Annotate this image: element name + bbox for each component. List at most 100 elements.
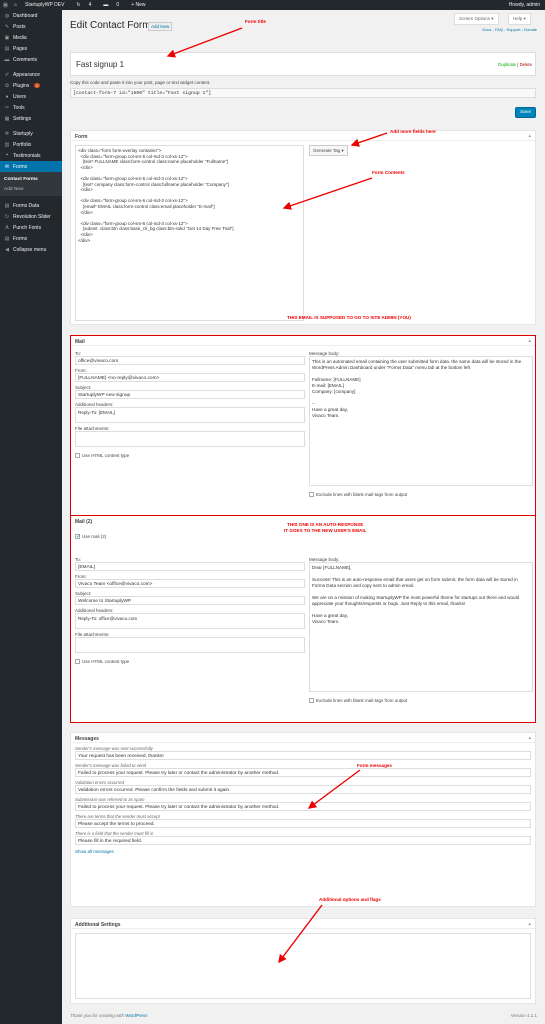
collapse-arrow-icon[interactable]: ▴ [528,133,531,139]
portfolio-icon: ▥ [4,141,10,148]
sidebar-item-dashboard[interactable]: ◍ Dashboard [0,10,62,21]
sidebar-item-label: Users [13,93,27,100]
sidebar-item-portfolio[interactable]: ▥ Portfolio [0,139,62,150]
message-body-textarea[interactable]: Dear [FULLNAME], Success! This is an aut… [309,562,533,692]
mail-right-column: Message body: This is an automated email… [309,348,533,498]
page-title: Edit Contact Form [70,20,151,31]
attachments-textarea[interactable] [75,431,305,447]
sidebar-item-label: Revolution Slider [13,213,51,220]
html-option: Use HTML content type [75,453,305,459]
sidebar-item-forms-data[interactable]: ▤ Forms Data [0,200,62,211]
headers-textarea[interactable]: Reply-To: [EMAIL] [75,407,305,423]
save-button[interactable]: Save [515,107,536,118]
wordpress-logo-icon[interactable]: Ⓦ [3,2,8,9]
settings-icon: ▦ [4,115,10,122]
howdy-account[interactable]: Howdy, admin [509,2,540,8]
add-new-button[interactable]: Add New [148,22,173,31]
show-all-messages-link[interactable]: Show all messages [71,845,535,858]
html-checkbox[interactable] [75,659,80,665]
from-input[interactable]: [FULLNAME] <no-reply@vivaco.com> [75,373,305,382]
sidebar-item-revolution-slider[interactable]: ↻ Revolution Slider [0,211,62,222]
sidebar-item-tools[interactable]: ✂ Tools [0,102,62,113]
form-box-header[interactable]: Form ▴ [71,131,535,141]
help-button[interactable]: Help ▾ [508,13,531,25]
annotation-email-admin: THIS EMAIL IS SUPPOSED TO GO TO SITE ADM… [287,315,411,320]
site-name-link[interactable]: ⌂ StartuplyWP DEV [14,2,70,8]
sidebar-item-label: Settings [13,115,32,122]
sidebar-item-pages[interactable]: ▤ Pages [0,43,62,54]
font-icon: A [5,224,9,231]
updates-link[interactable]: ↻ 4 [76,2,97,8]
collapse-arrow-icon[interactable]: ▴ [528,338,531,344]
message-input[interactable]: Please accept the terms to proceed. [75,819,531,828]
duplicate-link[interactable]: Duplicate [498,62,516,67]
subject-input[interactable]: StartuplyWP new signup [75,390,305,399]
sidebar-item-testimonials[interactable]: ❝ Testimonials [0,150,62,161]
to-input[interactable]: office@vivaco.com [75,356,305,365]
sidebar-item-media[interactable]: ▣ Media [0,32,62,43]
collapse-arrow-icon[interactable]: ▴ [528,735,531,741]
annotation-form-title: Form title [245,19,266,24]
messages-box-header[interactable]: Messages ▴ [71,733,535,743]
sidebar-item-plugins[interactable]: ⚙ Plugins 1 [0,80,62,91]
to-input[interactable]: [EMAIL] [75,562,305,571]
additional-settings-header[interactable]: Additional Settings ▴ [71,919,535,929]
wordpress-link[interactable]: WordPress [125,1013,147,1018]
screen-options-button[interactable]: Screen Options ▾ [454,13,499,25]
messages-list: Sender's message was sent successfully Yo… [71,746,535,845]
sidebar-item-comments[interactable]: ▬ Comments [0,54,62,65]
main-content: Edit Contact Form Add New Screen Options… [62,10,545,1024]
sidebar-item-startuply[interactable]: ✲ Startuply [0,128,62,139]
attachments-textarea[interactable] [75,637,305,653]
from-input[interactable]: Vivaco Team <office@vivaco.com> [75,579,305,588]
submenu-contact-forms[interactable]: Contact Forms [0,174,62,184]
help-links[interactable]: Docs - FAQ - Support - Donate [482,27,537,32]
sidebar-item-appearance[interactable]: ✐ Appearance [0,69,62,80]
message-body-textarea[interactable]: This is an automated email containing th… [309,356,533,486]
message-input[interactable]: Your request has been received, thanks! [75,751,531,760]
additional-settings-box: Additional Settings ▴ [70,918,536,1004]
exclude-checkbox[interactable] [309,698,314,704]
form-title-input[interactable]: Fast signup 1 [70,52,536,76]
sidebar-item-collapse-menu[interactable]: ◀ Collapse menu [0,244,62,255]
mail2-right-column: Message body: Dear [FULLNAME], Success! … [309,554,533,704]
sidebar-item-posts[interactable]: ✎ Posts [0,21,62,32]
message-input[interactable]: Failed to process your request. Please t… [75,768,531,777]
sidebar-item-label: Posts [13,23,26,30]
sidebar-item-settings[interactable]: ▦ Settings [0,113,62,124]
message-input[interactable]: Validation errors occurred. Please confi… [75,785,531,794]
collapse-arrow-icon[interactable]: ▴ [528,921,531,927]
submenu-add-new[interactable]: Add New [0,184,62,194]
html-checkbox[interactable] [75,453,80,459]
use-mail2-checkbox[interactable]: ✓ [75,534,81,540]
form-template-editor[interactable]: <div class="form form-overlay container"… [75,145,304,321]
shortcode-field[interactable]: [contact-form-7 id="1500" title="Fast si… [70,88,536,98]
message-input[interactable]: Failed to process your request. Please t… [75,802,531,811]
quote-icon: ❝ [5,152,9,159]
subject-input[interactable]: Welcome to StartuplyWP [75,596,305,605]
delete-link[interactable]: Delete [520,62,532,67]
revolution-icon: ↻ [4,213,10,220]
sidebar-item-forms[interactable]: ✉ Forms [0,161,62,172]
sidebar-item-label: Punch Fonts [13,224,42,231]
refresh-icon: ↻ [76,2,81,8]
forms-submenu: Contact Forms Add New [0,172,62,196]
comment-icon: ▬ [103,2,109,8]
sidebar-item-forms[interactable]: ▤ Forms [0,233,62,244]
annotation-add-fields: Add more fields here [390,129,436,134]
mail-box-header[interactable]: Mail ▴ [71,336,535,346]
admin-bar: Ⓦ ⌂ StartuplyWP DEV ↻ 4 ▬ 0 + New Howdy, ad… [0,0,545,10]
generate-tag-button[interactable]: Generate Tag ▾ [309,145,348,156]
exclude-option: Exclude lines with blank mail-tags from … [309,492,533,498]
message-input[interactable]: Please fill in the required field. [75,836,531,845]
sidebar-item-users[interactable]: ● Users [0,91,62,102]
new-content-link[interactable]: + New [131,2,145,8]
exclude-checkbox[interactable] [309,492,314,498]
mail2-box: Mail (2) ✓ Use mail (2) To: [EMAIL] From:… [70,515,536,723]
comments-link[interactable]: ▬ 0 [103,2,125,8]
use-mail2-option: ✓ Use mail (2) [75,534,107,541]
additional-settings-textarea[interactable] [75,933,531,999]
sidebar-item-punch-fonts[interactable]: A Punch Fonts [0,222,62,233]
headers-textarea[interactable]: Reply-To: office@vivaco.com [75,613,305,629]
forms-icon: ▤ [4,235,10,242]
